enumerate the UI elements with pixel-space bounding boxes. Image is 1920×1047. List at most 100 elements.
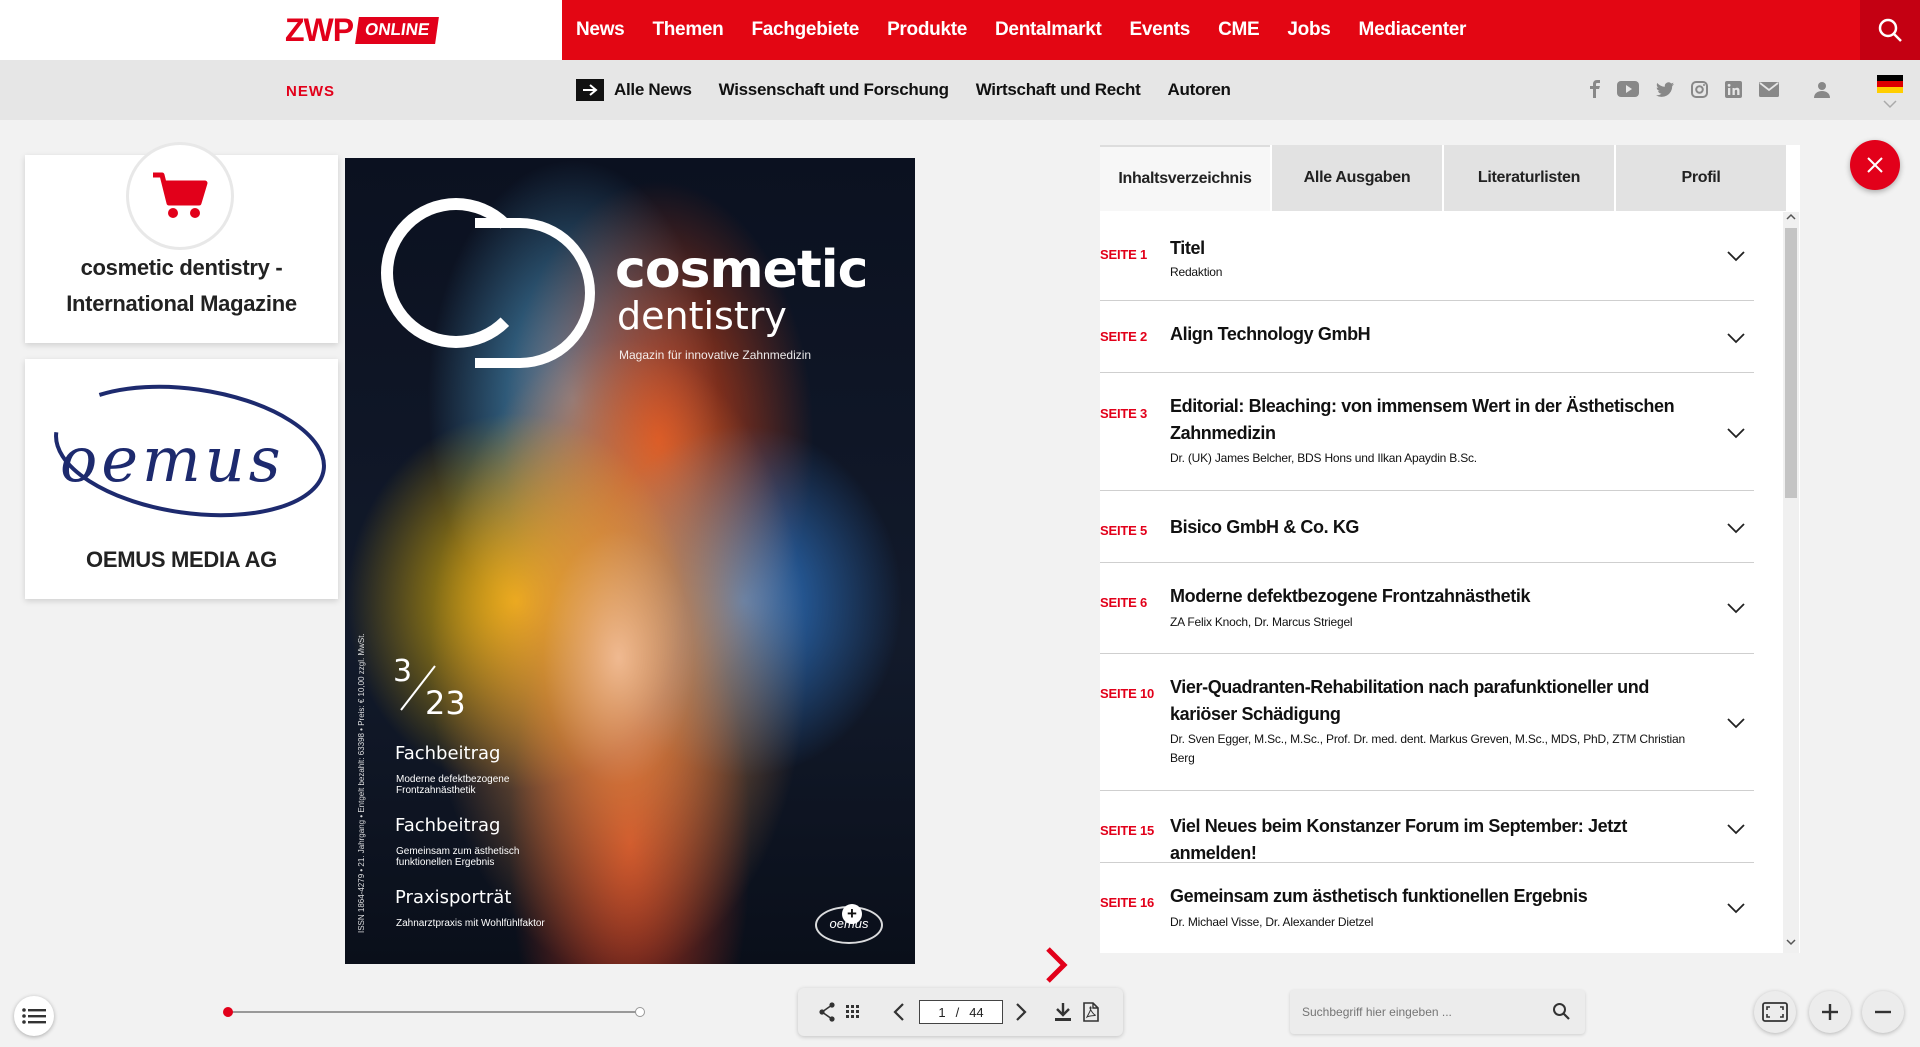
- toc-scrollbar-thumb[interactable]: [1785, 228, 1797, 498]
- close-button[interactable]: [1850, 140, 1900, 190]
- page-slider-track[interactable]: [227, 1011, 641, 1013]
- subnav-science[interactable]: Wissenschaft und Forschung: [719, 80, 949, 100]
- cover-issue-year: 23: [425, 684, 466, 722]
- next-page-arrow-icon[interactable]: [1044, 945, 1070, 985]
- toc-item[interactable]: SEITE 2 Align Technology GmbH: [1100, 301, 1754, 373]
- nav-news[interactable]: News: [576, 19, 625, 41]
- subnav-business[interactable]: Wirtschaft und Recht: [976, 80, 1141, 100]
- nav-dentalmarkt[interactable]: Dentalmarkt: [995, 19, 1102, 41]
- chevron-down-icon[interactable]: [1727, 717, 1745, 729]
- twitter-icon[interactable]: [1656, 81, 1674, 97]
- scroll-up-icon[interactable]: [1786, 213, 1796, 221]
- panel-tabs: Inhaltsverzeichnis Alle Ausgaben Literat…: [1100, 145, 1800, 211]
- nav-events[interactable]: Events: [1130, 19, 1191, 41]
- cover-topic-heading: Praxisporträt: [395, 887, 512, 908]
- toc-title: Align Technology GmbH: [1170, 324, 1371, 344]
- zoom-plus-icon[interactable]: +: [842, 904, 862, 924]
- toc-title: Titel: [1170, 238, 1205, 258]
- main-navigation: News Themen Fachgebiete Produkte Dentalm…: [562, 0, 1920, 60]
- toc-item[interactable]: SEITE 5 Bisico GmbH & Co. KG: [1100, 491, 1754, 563]
- cover-topic-heading: Fachbeitrag: [395, 815, 501, 836]
- close-icon: [1867, 157, 1883, 173]
- header-search-button[interactable]: [1860, 0, 1920, 60]
- facebook-icon[interactable]: [1590, 80, 1600, 98]
- page-controls: 1 / 44: [798, 988, 1123, 1036]
- chevron-down-icon[interactable]: [1727, 902, 1745, 914]
- toc-item[interactable]: SEITE 6 Moderne defektbezogene Frontzahn…: [1100, 563, 1754, 654]
- zoom-out-button[interactable]: [1862, 991, 1904, 1033]
- chevron-left-icon[interactable]: [893, 1002, 905, 1022]
- scroll-down-icon[interactable]: [1786, 938, 1796, 946]
- nav-fachgebiete[interactable]: Fachgebiete: [751, 19, 859, 41]
- total-pages: 44: [969, 1004, 984, 1020]
- share-icon[interactable]: [818, 1002, 836, 1022]
- minus-icon: [1875, 1010, 1891, 1014]
- search-input[interactable]: [1302, 1002, 1542, 1022]
- toc-title: Vier-Quadranten-Rehabilitation nach para…: [1170, 677, 1649, 724]
- toc-item[interactable]: SEITE 16 Gemeinsam zum ästhetisch funkti…: [1100, 863, 1754, 953]
- nav-cme[interactable]: CME: [1218, 19, 1260, 41]
- cart-button[interactable]: [126, 142, 234, 250]
- toc-title: Bisico GmbH & Co. KG: [1170, 517, 1360, 537]
- chevron-down-icon[interactable]: [1883, 100, 1897, 109]
- youtube-icon[interactable]: [1617, 81, 1639, 97]
- toc-page: SEITE 16: [1100, 895, 1155, 910]
- subnav-all-news[interactable]: Alle News: [614, 80, 692, 100]
- menu-button[interactable]: [14, 996, 54, 1036]
- nav-produkte[interactable]: Produkte: [887, 19, 967, 41]
- plus-icon: [1822, 1004, 1838, 1020]
- tab-literature[interactable]: Literaturlisten: [1444, 145, 1614, 211]
- cover-topic-heading: Fachbeitrag: [395, 743, 501, 764]
- cover-topic-sub: Gemeinsam zum ästhetisch funktionellen E…: [396, 846, 520, 868]
- shop-card[interactable]: cosmetic dentistry - International Magaz…: [25, 142, 338, 343]
- zwp-logo[interactable]: ZWP ONLINE: [285, 14, 440, 46]
- tab-contents[interactable]: Inhaltsverzeichnis: [1100, 145, 1270, 211]
- toc-item[interactable]: SEITE 3 Editorial: Bleaching: von immens…: [1100, 373, 1754, 491]
- linkedin-icon[interactable]: [1725, 80, 1742, 98]
- social-links: [1590, 80, 1847, 98]
- mail-icon[interactable]: [1759, 81, 1779, 97]
- fullscreen-button[interactable]: [1754, 991, 1796, 1033]
- user-icon[interactable]: [1814, 81, 1830, 98]
- chevron-down-icon[interactable]: [1727, 602, 1745, 614]
- search-icon: [1878, 18, 1902, 42]
- pdf-icon[interactable]: [1083, 1002, 1099, 1022]
- chevron-down-icon[interactable]: [1727, 250, 1745, 262]
- page-slider-handle[interactable]: [223, 1007, 233, 1017]
- zoom-in-button[interactable]: [1809, 991, 1851, 1033]
- tab-all-issues[interactable]: Alle Ausgaben: [1272, 145, 1442, 211]
- magazine-cover[interactable]: cosmetic dentistry Magazin für innovativ…: [345, 158, 915, 964]
- toc-page: SEITE 6: [1100, 595, 1148, 610]
- nav-mediacenter[interactable]: Mediacenter: [1359, 19, 1467, 41]
- toc-item[interactable]: SEITE 15 Viel Neues beim Konstanzer Foru…: [1100, 791, 1754, 863]
- chevron-down-icon[interactable]: [1727, 522, 1745, 534]
- top-header: ZWP ONLINE News Themen Fachgebiete Produ…: [0, 0, 1920, 60]
- download-icon[interactable]: [1054, 1002, 1072, 1022]
- chevron-right-icon[interactable]: [1015, 1002, 1027, 1022]
- search-icon[interactable]: [1552, 1002, 1570, 1020]
- publisher-card[interactable]: oemus OEMUS MEDIA AG: [25, 359, 338, 599]
- instagram-icon[interactable]: [1691, 80, 1708, 98]
- nav-jobs[interactable]: Jobs: [1287, 19, 1330, 41]
- tab-profile[interactable]: Profil: [1616, 145, 1786, 211]
- toc-page: SEITE 5: [1100, 523, 1148, 538]
- toc-item[interactable]: SEITE 1 Titel Redaktion: [1100, 211, 1754, 301]
- grid-icon[interactable]: [846, 1005, 860, 1019]
- chevron-down-icon[interactable]: [1727, 823, 1745, 835]
- publisher-name[interactable]: OEMUS MEDIA AG: [25, 542, 338, 578]
- section-label[interactable]: NEWS: [286, 83, 335, 100]
- svg-text:oemus: oemus: [60, 423, 285, 496]
- chevron-down-icon[interactable]: [1727, 332, 1745, 344]
- magazine-title[interactable]: cosmetic dentistry - International Magaz…: [25, 250, 338, 322]
- page-number-field[interactable]: 1 / 44: [919, 1000, 1003, 1024]
- toc-page: SEITE 3: [1100, 406, 1148, 421]
- cover-subtitle: Magazin für innovative Zahnmedizin: [619, 348, 812, 362]
- fullscreen-icon: [1762, 1002, 1788, 1022]
- cover-brand-line2: dentistry: [617, 294, 787, 338]
- nav-themen[interactable]: Themen: [652, 19, 723, 41]
- flag-germany-icon[interactable]: [1877, 75, 1903, 93]
- chevron-down-icon[interactable]: [1727, 427, 1745, 439]
- subnav-authors[interactable]: Autoren: [1168, 80, 1231, 100]
- cover-d-logo: [475, 218, 595, 368]
- toc-item[interactable]: SEITE 10 Vier-Quadranten-Rehabilitation …: [1100, 654, 1754, 791]
